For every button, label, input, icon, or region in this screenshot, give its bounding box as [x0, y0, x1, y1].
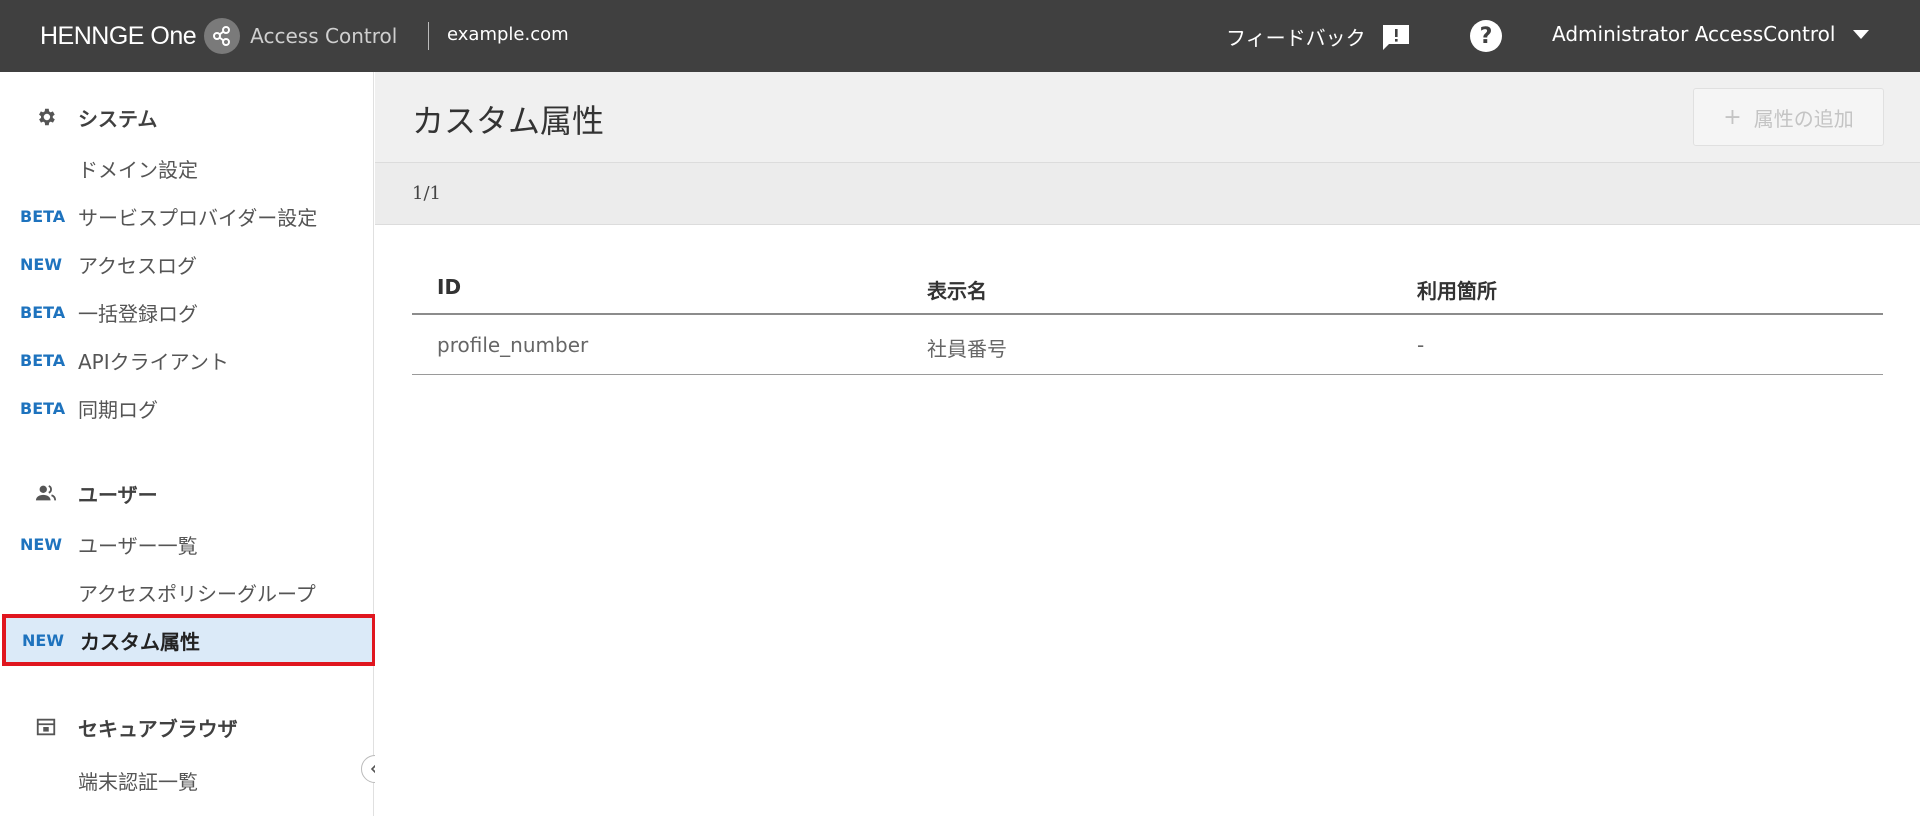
section-label: システム	[78, 106, 158, 131]
page-indicator: 1/1	[412, 183, 441, 204]
users-icon	[34, 481, 58, 505]
new-badge: NEW	[20, 254, 62, 274]
section-label: セキュアブラウザ	[78, 716, 238, 741]
sidebar-item-device-auth-list[interactable]: 端末認証一覧	[0, 758, 374, 802]
sidebar-item-label: ドメイン設定	[78, 157, 198, 182]
sidebar-item-domain-settings[interactable]: ドメイン設定	[0, 146, 374, 190]
section-users: ユーザー	[34, 475, 158, 511]
header-divider	[428, 22, 429, 50]
hennge-logo-icon	[204, 18, 241, 54]
table-header: ID 表示名 利用箇所	[412, 255, 1883, 315]
cell-display-name: 社員番号	[927, 337, 1007, 361]
sidebar-item-label: 同期ログ	[78, 397, 158, 422]
sidebar-item-label: アクセスポリシーグループ	[78, 581, 316, 606]
attributes-table: ID 表示名 利用箇所 profile_number 社員番号 -	[412, 255, 1883, 375]
sidebar-item-api-client[interactable]: BETA APIクライアント	[0, 338, 374, 382]
add-attribute-label: 属性の追加	[1753, 106, 1854, 131]
pagination-bar: 1/1	[375, 162, 1920, 225]
table-row[interactable]: profile_number 社員番号 -	[412, 315, 1883, 375]
main-content: カスタム属性 + 属性の追加 1/1 ID 表示名 利用箇所 profile_n…	[375, 72, 1920, 816]
feedback-icon	[1382, 24, 1409, 50]
top-header: HENNGE One Access Control example.com フィ…	[0, 0, 1920, 72]
sidebar-item-access-policy-group[interactable]: アクセスポリシーグループ	[0, 570, 374, 614]
help-glyph: ?	[1479, 23, 1493, 49]
user-name: Administrator AccessControl	[1552, 22, 1836, 46]
sidebar-item-label: 端末認証一覧	[78, 769, 198, 794]
sidebar-item-access-log[interactable]: NEW アクセスログ	[0, 242, 374, 286]
sidebar-item-bulk-registration-log[interactable]: BETA 一括登録ログ	[0, 290, 374, 334]
add-attribute-button[interactable]: + 属性の追加	[1693, 88, 1884, 146]
column-header-id: ID	[437, 275, 462, 299]
sidebar-item-label: 一括登録ログ	[78, 301, 198, 326]
user-menu-button[interactable]: Administrator AccessControl	[1552, 22, 1870, 46]
sidebar-item-sync-log[interactable]: BETA 同期ログ	[0, 386, 374, 430]
browser-window-icon	[34, 715, 58, 739]
beta-badge: BETA	[20, 302, 66, 322]
product-name: Access Control	[250, 24, 398, 48]
beta-badge: BETA	[20, 206, 66, 226]
gear-icon	[34, 105, 58, 129]
sidebar-item-label: サービスプロバイダー設定	[78, 205, 318, 230]
page-title: カスタム属性	[412, 102, 605, 140]
section-secure-browser: セキュアブラウザ	[34, 709, 238, 745]
sidebar-item-label: カスタム属性	[80, 629, 200, 654]
cell-id: profile_number	[437, 333, 589, 357]
sidebar: システム ドメイン設定 BETA サービスプロバイダー設定 NEW アクセスログ…	[0, 72, 376, 816]
beta-badge: BETA	[20, 398, 66, 418]
brand-name: HENNGE One	[40, 21, 197, 50]
caret-down-icon	[1853, 29, 1870, 39]
help-icon[interactable]: ?	[1470, 20, 1502, 52]
column-header-usage: 利用箇所	[1417, 279, 1497, 303]
section-system: システム	[34, 99, 157, 135]
beta-badge: BETA	[20, 350, 66, 370]
tenant-domain: example.com	[447, 24, 569, 45]
sidebar-item-label: ユーザー一覧	[78, 533, 198, 558]
sidebar-item-service-provider-settings[interactable]: BETA サービスプロバイダー設定	[0, 194, 374, 238]
section-label: ユーザー	[78, 482, 158, 507]
feedback-label: フィードバック	[1226, 26, 1366, 50]
new-badge: NEW	[20, 534, 62, 554]
brand-logo-link[interactable]: HENNGE One Access Control	[40, 17, 397, 55]
cell-usage: -	[1417, 333, 1425, 357]
sidebar-item-label: アクセスログ	[78, 253, 197, 278]
new-badge: NEW	[22, 630, 64, 650]
sidebar-item-user-list[interactable]: NEW ユーザー一覧	[0, 522, 374, 566]
sidebar-item-custom-attributes[interactable]: NEW カスタム属性	[2, 614, 376, 666]
plus-icon: +	[1723, 104, 1742, 130]
title-bar: カスタム属性 + 属性の追加	[375, 72, 1920, 162]
column-header-display-name: 表示名	[927, 279, 987, 303]
feedback-button[interactable]: フィードバック	[1226, 22, 1412, 51]
sidebar-item-label: APIクライアント	[78, 349, 229, 374]
